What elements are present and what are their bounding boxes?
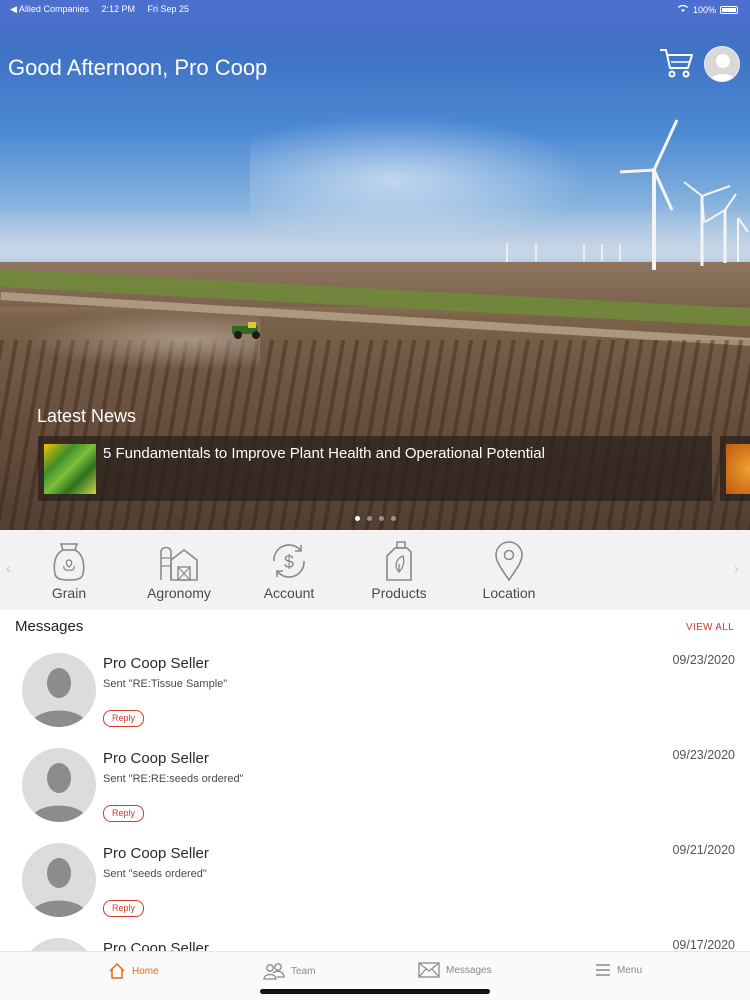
news-thumbnail <box>726 444 750 494</box>
profile-avatar[interactable] <box>704 46 740 82</box>
quick-nav-label: Agronomy <box>147 585 211 601</box>
person-silhouette-icon <box>30 763 88 822</box>
message-sender: Pro Coop Seller <box>103 845 209 862</box>
message-sender: Pro Coop Seller <box>103 655 209 672</box>
quick-nav-label: Products <box>371 585 427 601</box>
reply-button[interactable]: Reply <box>103 710 145 727</box>
news-headline: 5 Fundamentals to Improve Plant Health a… <box>103 445 545 462</box>
news-card-next[interactable] <box>720 436 750 501</box>
status-battery-text: 100% <box>692 4 716 15</box>
message-preview: Sent "seeds ordered" <box>103 868 207 880</box>
message-date: 09/21/2020 <box>672 843 735 857</box>
shopping-cart-icon[interactable] <box>658 46 694 80</box>
tab-menu[interactable]: Menu <box>595 962 642 978</box>
avatar <box>22 653 96 727</box>
status-time: 2:12 PM <box>101 4 136 14</box>
quick-nav-label: Location <box>482 585 536 601</box>
chevron-left-icon[interactable]: ‹ <box>6 560 11 576</box>
message-item[interactable]: Pro Coop Seller Sent "RE:Tissue Sample" … <box>0 653 750 748</box>
tab-messages[interactable]: Messages <box>418 962 492 978</box>
messages-title: Messages <box>15 618 84 635</box>
chevron-right-icon[interactable]: › <box>734 560 739 576</box>
carousel-dot[interactable] <box>391 516 396 521</box>
message-preview: Sent "RE:RE:seeds ordered" <box>103 773 244 785</box>
barn-icon <box>160 546 198 581</box>
message-sender: Pro Coop Seller <box>103 750 209 767</box>
location-pin-icon <box>495 541 523 582</box>
team-icon <box>263 963 285 980</box>
quick-nav-location[interactable]: Location <box>464 540 554 601</box>
message-preview: Sent "RE:Tissue Sample" <box>103 678 228 690</box>
carousel-dot[interactable] <box>355 516 360 521</box>
hamburger-menu-icon <box>596 964 610 976</box>
avatar <box>22 843 96 917</box>
tab-label: Menu <box>617 964 643 976</box>
message-item[interactable]: Pro Coop Seller Sent "RE:RE:seeds ordere… <box>0 748 750 843</box>
grain-sack-icon <box>53 543 85 581</box>
person-silhouette-icon <box>30 858 88 917</box>
status-date: Fri Sep 25 <box>147 4 190 14</box>
message-date: 09/23/2020 <box>672 748 735 762</box>
tab-label: Messages <box>446 964 492 976</box>
wifi-icon <box>677 4 689 15</box>
status-carrier[interactable]: ◀ Allied Companies <box>10 4 89 14</box>
quick-nav-label: Account <box>263 585 315 601</box>
message-item[interactable]: Pro Coop Seller Sent "seeds ordered" 09/… <box>0 843 750 938</box>
reply-button[interactable]: Reply <box>103 900 145 917</box>
battery-icon <box>720 5 738 14</box>
reply-button[interactable]: Reply <box>103 805 145 822</box>
quick-nav-grain[interactable]: Grain <box>24 540 114 601</box>
avatar <box>22 748 96 822</box>
message-date: 09/23/2020 <box>672 653 735 667</box>
envelope-icon <box>418 962 440 978</box>
carousel-pagination <box>355 516 396 521</box>
tab-home[interactable]: Home <box>108 962 159 980</box>
view-all-link[interactable]: VIEW ALL <box>686 622 734 633</box>
jug-icon <box>386 541 412 581</box>
svg-text:$: $ <box>284 552 294 572</box>
quick-nav-account[interactable]: $ Account <box>244 540 334 601</box>
tab-team[interactable]: Team <box>263 962 315 980</box>
news-thumbnail <box>44 444 96 494</box>
tab-label: Home <box>132 965 159 977</box>
tab-label: Team <box>291 965 316 977</box>
quick-nav-products[interactable]: Products <box>354 540 444 601</box>
carousel-dot[interactable] <box>367 516 372 521</box>
quick-nav-agronomy[interactable]: Agronomy <box>134 540 224 601</box>
latest-news-title: Latest News <box>37 406 137 426</box>
status-bar: ◀ Allied Companies 2:12 PM Fri Sep 25 10… <box>0 0 750 18</box>
quick-nav: ‹ Grain Agronomy $ Account Products Loca… <box>0 530 750 610</box>
dollar-icon: $ <box>273 544 305 578</box>
quick-nav-label: Grain <box>51 585 87 601</box>
home-indicator[interactable] <box>260 989 490 994</box>
carousel-dot[interactable] <box>379 516 384 521</box>
message-date: 09/17/2020 <box>672 938 735 952</box>
greeting-title: Good Afternoon, Pro Coop <box>8 55 268 80</box>
home-icon <box>109 962 125 979</box>
news-card[interactable]: 5 Fundamentals to Improve Plant Health a… <box>38 436 712 501</box>
hero-banner: ◀ Allied Companies 2:12 PM Fri Sep 25 10… <box>0 0 750 530</box>
person-silhouette-icon <box>30 668 88 727</box>
